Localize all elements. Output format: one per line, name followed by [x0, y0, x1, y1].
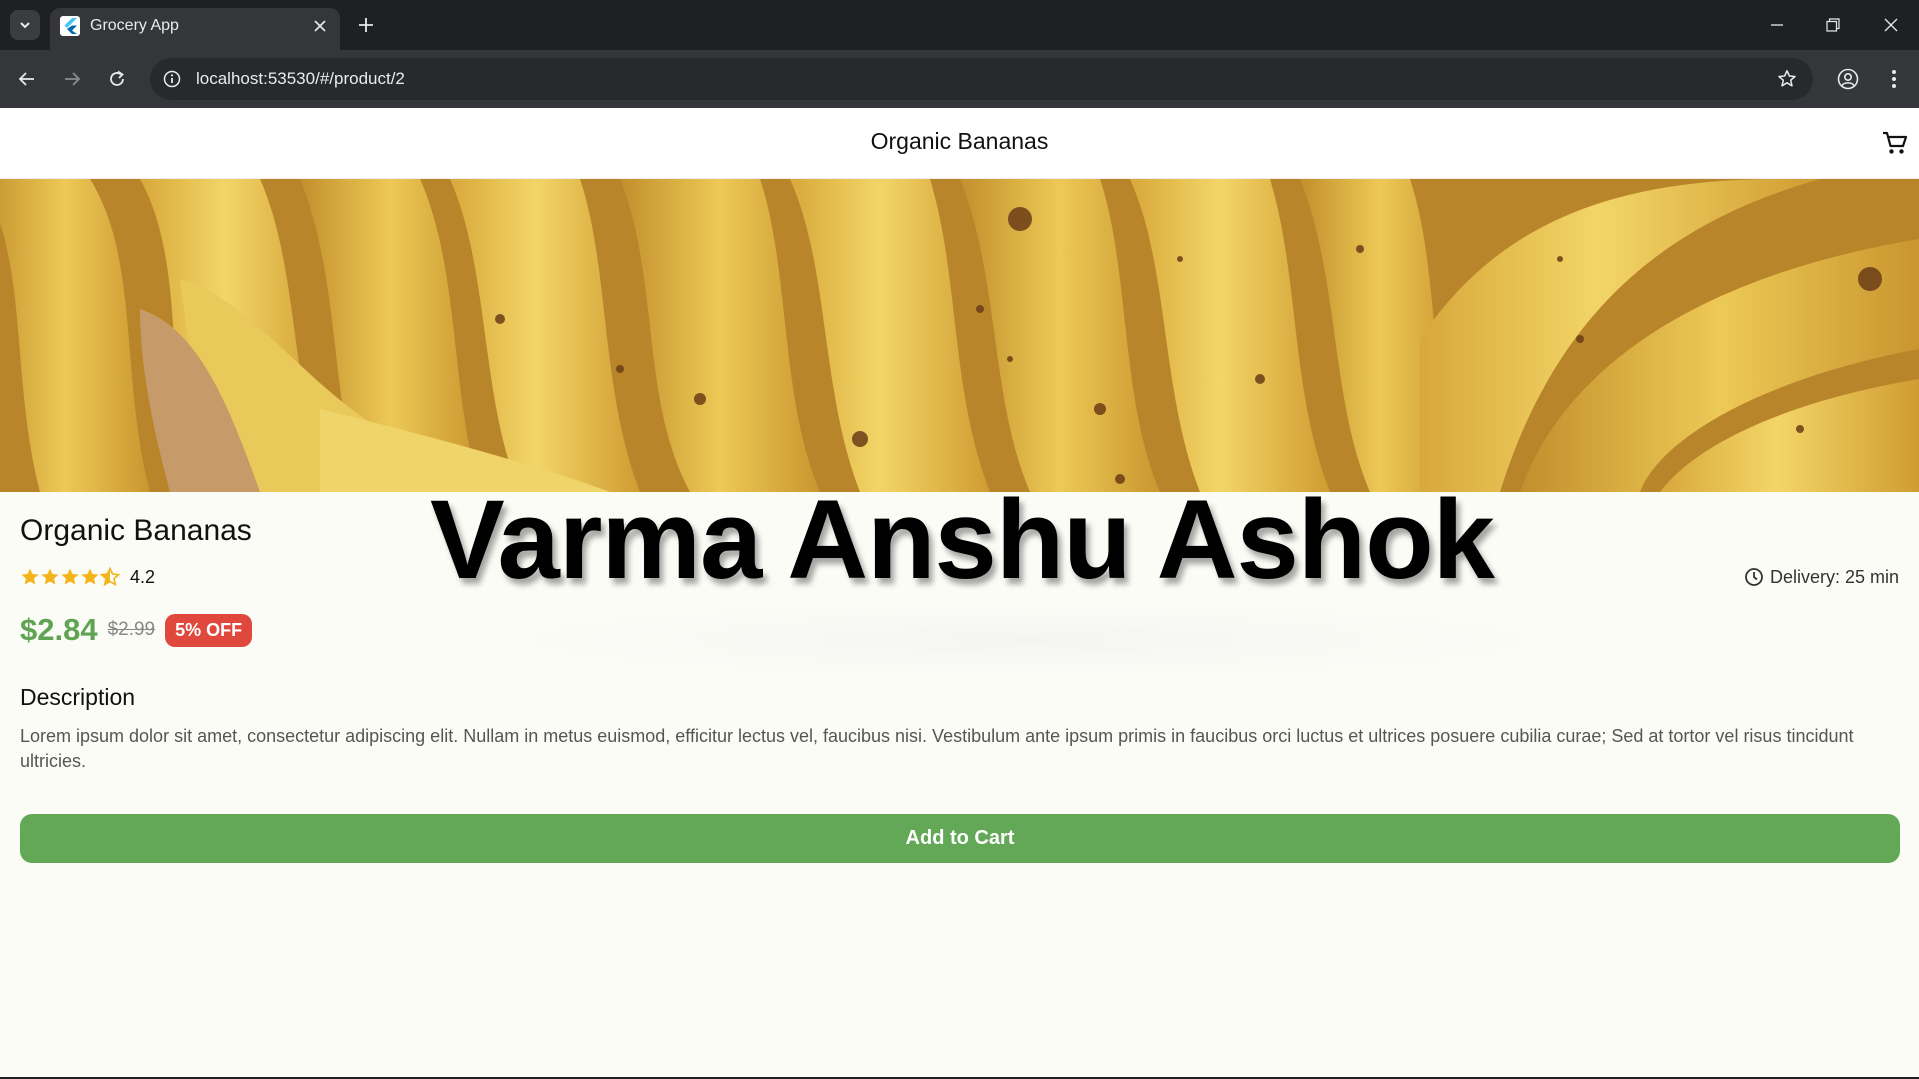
product-image	[0, 179, 1919, 492]
browser-tab-active[interactable]: Grocery App	[50, 8, 340, 50]
url-text: localhost:53530/#/product/2	[196, 69, 405, 88]
restore-icon[interactable]	[1816, 10, 1850, 40]
original-price: $2.99	[107, 619, 156, 640]
back-icon[interactable]	[11, 63, 43, 95]
discount-badge: 5% OFF	[165, 613, 253, 647]
tab-search-button[interactable]	[10, 10, 40, 40]
star-half-icon	[100, 567, 120, 587]
add-to-cart-button[interactable]: Add to Cart	[20, 814, 1900, 863]
site-info-icon[interactable]	[160, 67, 184, 91]
price-row: $2.84 $2.99 5% OFF	[20, 610, 253, 650]
description-text: Lorem ipsum dolor sit amet, consectetur …	[20, 726, 1854, 771]
chevron-down-icon	[20, 22, 30, 29]
delivery-time: Delivery: 25 min	[1769, 566, 1899, 587]
browser-toolbar: localhost:53530/#/product/2	[0, 50, 1919, 108]
profile-icon[interactable]	[1832, 63, 1864, 95]
star-icon	[41, 568, 59, 585]
star-icon	[61, 568, 79, 585]
browser-menu-icon[interactable]	[1878, 63, 1910, 95]
flutter-favicon-icon	[60, 16, 80, 36]
cart-icon[interactable]	[1878, 126, 1912, 160]
tab-title: Grocery App	[90, 17, 179, 34]
app-bar: Organic Bananas	[0, 108, 1919, 179]
product-rating: 4.2	[20, 565, 155, 589]
browser-tab-bar: Grocery App	[0, 0, 1919, 50]
bookmark-star-icon[interactable]	[1775, 67, 1799, 91]
watermark-reflection	[480, 600, 1580, 680]
overlay-watermark-text: Varma Anshu Ashok	[430, 477, 1495, 602]
description-heading: Description	[20, 684, 136, 710]
star-icon	[21, 568, 39, 585]
bananas-image	[0, 179, 1919, 492]
delivery-info: Delivery: 25 min	[1744, 565, 1899, 589]
rating-value: 4.2	[130, 566, 156, 587]
rating-stars	[20, 567, 120, 587]
current-price: $2.84	[20, 612, 98, 647]
clock-icon	[1745, 568, 1763, 586]
tab-close-icon[interactable]	[308, 14, 332, 38]
minimize-icon[interactable]	[1760, 10, 1794, 40]
new-tab-icon[interactable]	[352, 11, 380, 39]
address-bar[interactable]: localhost:53530/#/product/2	[150, 58, 1813, 100]
product-name: Organic Bananas	[20, 514, 252, 547]
page-title: Organic Bananas	[870, 128, 1049, 154]
reload-icon[interactable]	[101, 63, 133, 95]
star-icon	[81, 568, 99, 585]
forward-icon[interactable]	[56, 63, 88, 95]
close-window-icon[interactable]	[1874, 10, 1908, 40]
